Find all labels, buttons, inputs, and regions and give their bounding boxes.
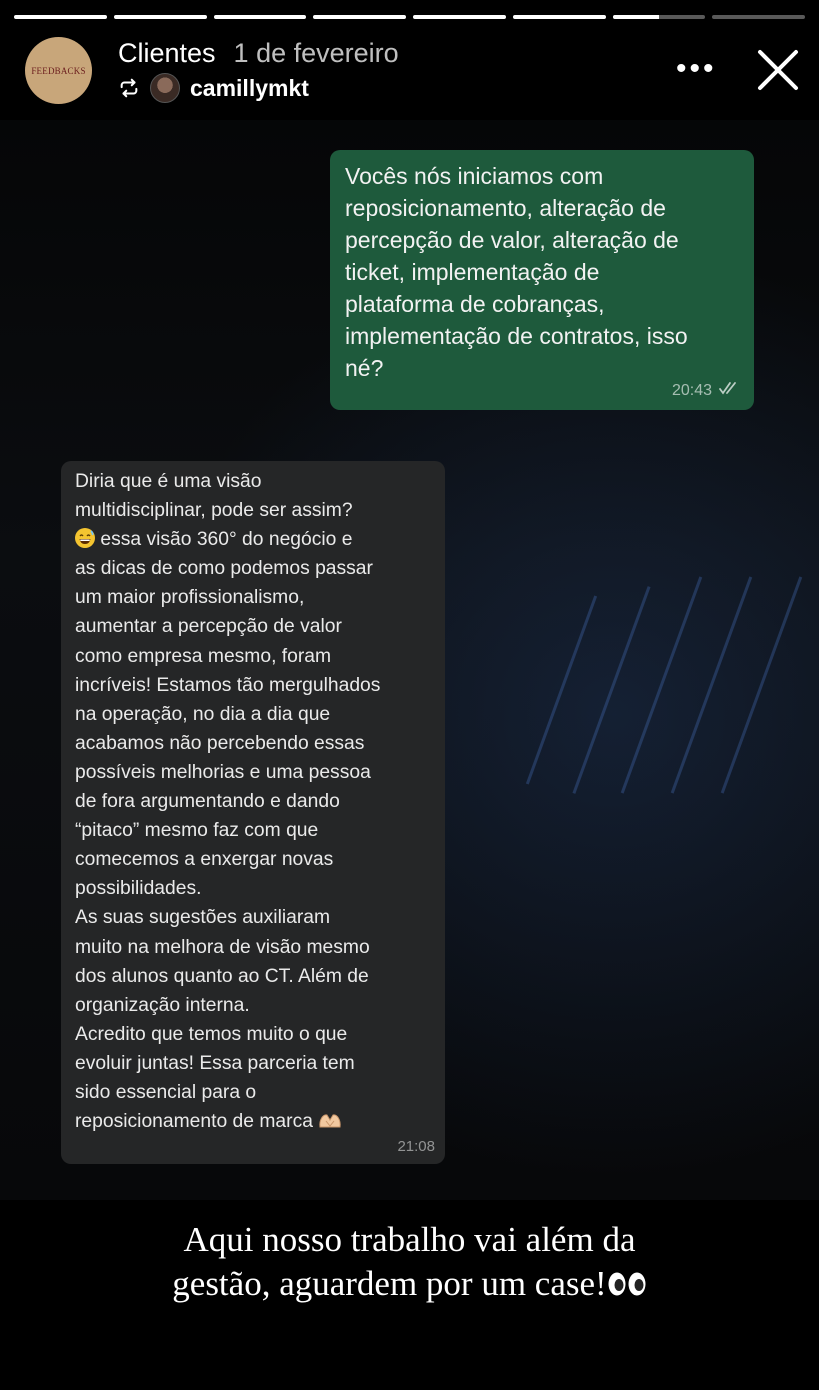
progress-segment — [712, 15, 805, 19]
progress-segment — [512, 15, 606, 19]
heart-hands-emoji-icon — [318, 1109, 342, 1128]
close-icon[interactable] — [756, 48, 800, 92]
outgoing-message-time: 20:43 — [671, 382, 712, 399]
incoming-line: acabamos não percebendo essas — [75, 732, 365, 754]
eyes-emoji-icon — [608, 1272, 646, 1296]
story-title[interactable]: Clientes — [118, 38, 216, 69]
avatar-logo-text: FEEDBACKS — [31, 65, 86, 76]
more-options-button[interactable]: ••• — [676, 54, 717, 84]
incoming-line: um maior profissionalismo, — [75, 587, 305, 609]
incoming-line: aumentar a percepção de valor — [75, 616, 342, 638]
progress-fill — [612, 15, 659, 19]
incoming-line: reposicionamento de marca — [75, 1107, 435, 1136]
incoming-line: comecemos a enxergar novas — [75, 849, 334, 871]
incoming-line: possíveis melhorias e uma pessoa — [75, 761, 371, 783]
story-date: 1 de fevereiro — [233, 38, 399, 68]
incoming-line: “pitaco” mesmo faz com que — [75, 820, 319, 842]
story-header: Clientes 1 de fevereiro — [118, 38, 399, 69]
incoming-line: na operação, no dia a dia que — [75, 703, 331, 725]
incoming-line: organização interna. — [75, 994, 250, 1016]
progress-fill — [512, 15, 606, 19]
repost-icon — [120, 78, 138, 98]
progress-fill — [413, 15, 506, 19]
grinning-sweat-emoji-icon — [75, 528, 95, 549]
repost-info[interactable]: camillymkt — [118, 73, 309, 103]
story-caption: Aqui nosso trabalho vai além da gestão, … — [0, 1218, 819, 1306]
progress-fill — [14, 15, 107, 19]
reposter-avatar[interactable] — [150, 73, 180, 103]
incoming-line: dos alunos quanto ao CT. Além de — [75, 965, 369, 987]
progress-fill — [213, 15, 307, 19]
outgoing-line: percepção de valor, alteração de — [345, 227, 679, 253]
incoming-line: Diria que é uma visão — [75, 471, 262, 492]
incoming-line: evoluir juntas! Essa parceria tem — [75, 1052, 355, 1074]
story-progress-bar — [14, 15, 805, 20]
caption-line-2: gestão, aguardem por um case! — [172, 1264, 607, 1303]
incoming-message-time: 21:08 — [397, 1138, 435, 1156]
read-receipt-icon — [719, 382, 736, 395]
outgoing-message-meta: 20:43 — [345, 380, 740, 402]
progress-segment — [413, 15, 506, 19]
incoming-line: as dicas de como podemos passar — [75, 558, 373, 580]
profile-avatar[interactable]: FEEDBACKS — [25, 37, 92, 104]
caption-line-1: Aqui nosso trabalho vai além da — [183, 1220, 636, 1259]
outgoing-line: ticket, implementação de — [345, 259, 600, 285]
progress-fill — [313, 15, 406, 19]
incoming-line: possibilidades. — [75, 878, 202, 900]
incoming-line: como empresa mesmo, foram — [75, 645, 332, 667]
progress-segment — [313, 15, 406, 19]
incoming-line: muito na melhora de visão mesmo — [75, 936, 370, 958]
incoming-line: essa visão 360° do negócio e — [75, 525, 435, 554]
outgoing-message-bubble: Vocês nós iniciamos com reposicionamento,… — [330, 150, 754, 410]
incoming-line: incríveis! Estamos tão mergulhados — [75, 674, 381, 696]
outgoing-line: implementação de contratos, isso — [345, 323, 688, 349]
outgoing-line: Vocês nós iniciamos com — [345, 163, 604, 189]
outgoing-line: reposicionamento, alteração de — [345, 195, 666, 221]
incoming-message-bubble: Diria que é uma visão multidisciplinar, p… — [61, 461, 445, 1165]
incoming-line: sido essencial para o — [75, 1081, 257, 1103]
outgoing-line: plataforma de cobranças, — [345, 291, 605, 317]
incoming-line: multidisciplinar, pode ser assim? — [75, 500, 353, 522]
progress-segment — [113, 15, 207, 19]
progress-segment — [14, 15, 107, 19]
incoming-message-text: Diria que é uma visão multidisciplinar, p… — [75, 467, 435, 1136]
incoming-line: de fora argumentando e dando — [75, 791, 340, 813]
incoming-line: Acredito que temos muito o que — [75, 1023, 348, 1045]
progress-fill — [113, 15, 207, 19]
repost-username[interactable]: camillymkt — [190, 75, 309, 102]
outgoing-message-text: Vocês nós iniciamos com reposicionamento,… — [345, 160, 740, 384]
progress-segment — [213, 15, 307, 19]
incoming-line: As suas sugestões auxiliaram — [75, 907, 331, 929]
progress-segment — [612, 15, 706, 19]
